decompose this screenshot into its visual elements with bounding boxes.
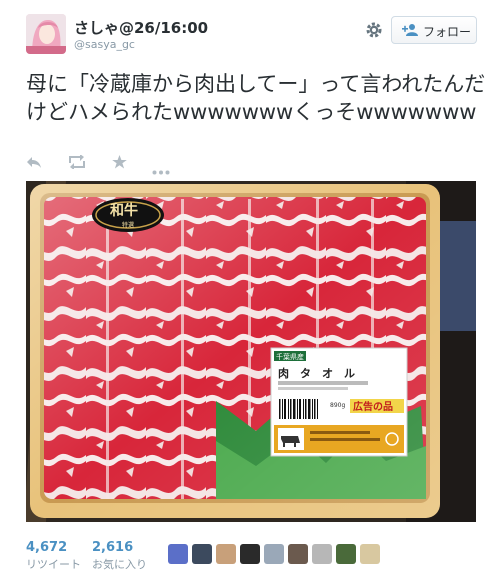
retweet-icon[interactable]: [68, 154, 86, 173]
brand-label: 和牛: [110, 202, 138, 219]
brand-sub: 特選: [122, 221, 134, 229]
sticker-tag: 千葉県産: [276, 352, 304, 361]
favoriter-avatar[interactable]: [312, 544, 332, 564]
favorites-count: 2,616: [92, 540, 134, 555]
favoriter-avatar[interactable]: [192, 544, 212, 564]
follow-label: フォロー: [423, 25, 472, 39]
favoriter-avatar[interactable]: [240, 544, 260, 564]
favorites-stat[interactable]: 2,616 お気に入り: [92, 540, 147, 572]
favoriter-avatar[interactable]: [336, 544, 356, 564]
tweet-header: さしゃ@26/16:00 @sasya_gc フォロー: [0, 0, 500, 70]
sticker-ad: 広告の品: [353, 400, 393, 413]
follow-button[interactable]: フォロー: [391, 16, 477, 44]
tweet-text: 母に「冷蔵庫から肉出してー」って言われたんだけどハメられたwwwwwwwくっそw…: [26, 72, 486, 124]
retweets-count: 4,672: [26, 540, 68, 555]
favorite-icon[interactable]: [112, 154, 127, 173]
more-icon[interactable]: [152, 160, 170, 179]
add-user-icon: [402, 23, 418, 37]
favorites-label: お気に入り: [92, 558, 147, 571]
display-name[interactable]: さしゃ@26/16:00: [74, 17, 208, 38]
favoriter-avatar[interactable]: [264, 544, 284, 564]
reply-icon[interactable]: [26, 154, 42, 173]
favoriter-avatar[interactable]: [168, 544, 188, 564]
tweet-photo[interactable]: 和牛 特選 千葉県産 肉 タ オ ル 890g 広告の品: [26, 181, 476, 522]
tweet-actions: [26, 154, 226, 175]
sticker-weight: 890g: [330, 402, 345, 409]
retweets-stat[interactable]: 4,672 リツイート: [26, 540, 81, 572]
sticker-product: 肉 タ オ ル: [278, 366, 355, 380]
retweets-label: リツイート: [26, 558, 81, 571]
gear-icon[interactable]: [364, 20, 384, 40]
favoriter-avatar[interactable]: [360, 544, 380, 564]
favoriter-avatar[interactable]: [216, 544, 236, 564]
user-handle[interactable]: @sasya_gc: [74, 38, 135, 51]
tweet-stats: 4,672 リツイート 2,616 お気に入り: [26, 540, 176, 574]
favoriter-avatar[interactable]: [288, 544, 308, 564]
avatar[interactable]: [26, 14, 66, 54]
